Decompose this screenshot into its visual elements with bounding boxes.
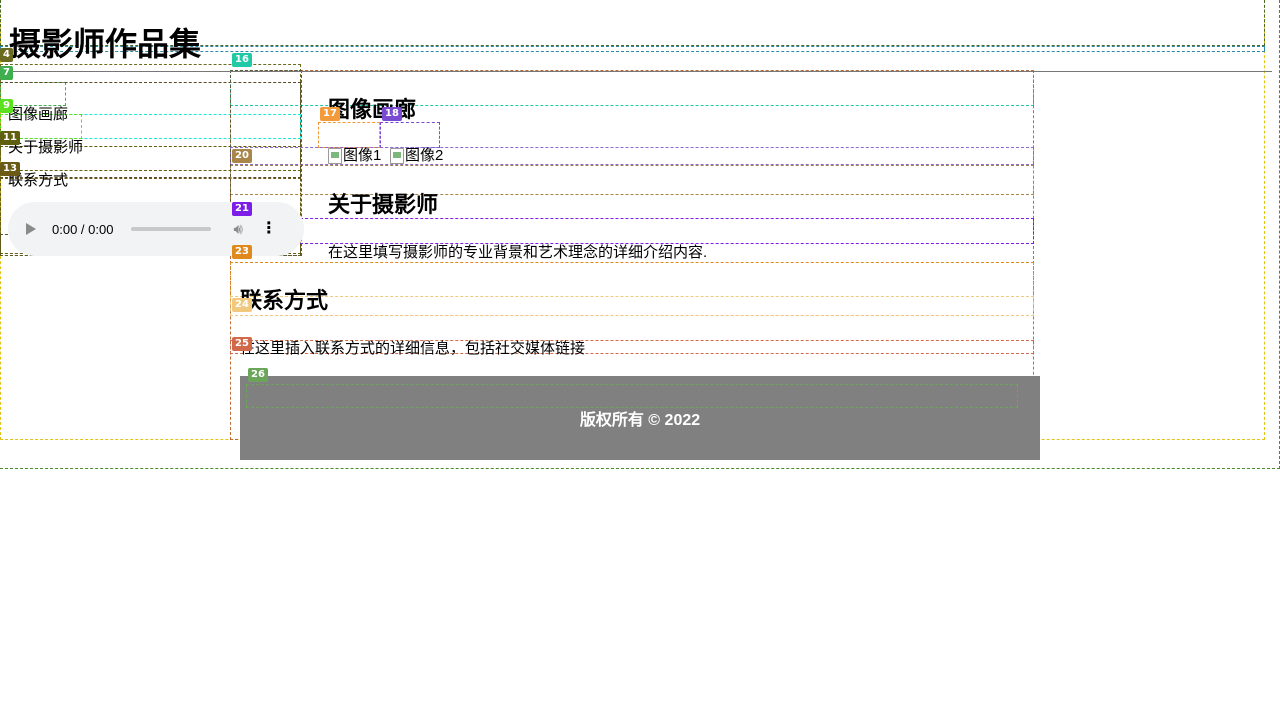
volume-icon[interactable]: 🔊︎ xyxy=(233,221,242,238)
broken-image-icon xyxy=(328,148,342,164)
overlay-tag-4: 4 xyxy=(0,48,13,62)
overlay-tag-9: 9 xyxy=(0,99,13,113)
contact-text: 在这里插入联系方式的详细信息，包括社交媒体链接 xyxy=(240,340,586,357)
overlay-tag-7: 7 xyxy=(0,66,13,80)
nav-link-gallery[interactable]: 图像画廊 xyxy=(8,106,68,124)
overlay-box-23 xyxy=(230,262,1034,316)
page-title: 摄影师作品集 xyxy=(9,26,202,62)
play-icon[interactable] xyxy=(26,223,36,235)
overlay-box-20 xyxy=(230,165,1034,195)
gallery-image-1[interactable]: 图像1 xyxy=(328,147,381,165)
overlay-box-18 xyxy=(380,122,440,148)
overlay-tag-21: 21 xyxy=(232,202,252,216)
more-options-icon[interactable]: ⋮ xyxy=(261,221,277,237)
gallery-image-2-alt: 图像2 xyxy=(405,147,444,164)
gallery-image-2[interactable]: 图像2 xyxy=(390,147,443,165)
overlay-box-17 xyxy=(318,122,380,148)
overlay-tag-24: 24 xyxy=(232,298,252,312)
overlay-box-24 xyxy=(230,296,1034,316)
overlay-tag-13: 13 xyxy=(0,162,20,176)
overlay-tag-25: 25 xyxy=(232,337,252,351)
overlay-box-nav-list xyxy=(0,82,301,178)
footer: 版权所有 © 2022 xyxy=(240,376,1040,460)
audio-time: 0:00 / 0:00 xyxy=(52,221,114,237)
overlay-tag-20: 20 xyxy=(232,149,252,163)
about-text: 在这里填写摄影师的专业背景和艺术理念的详细介绍内容. xyxy=(328,244,708,261)
overlay-tag-23: 23 xyxy=(232,245,252,259)
broken-image-icon xyxy=(390,148,404,164)
copyright-text: 版权所有 © 2022 xyxy=(579,412,701,429)
overlay-box-21 xyxy=(230,218,1034,244)
overlay-tag-11: 11 xyxy=(0,131,20,145)
contact-heading: 联系方式 xyxy=(240,288,329,313)
overlay-tag-16: 16 xyxy=(232,53,252,67)
gallery-image-1-alt: 图像1 xyxy=(343,147,382,164)
audio-player[interactable]: 0:00 / 0:00 🔊︎ ⋮ xyxy=(8,202,304,256)
about-heading: 关于摄影师 xyxy=(328,192,439,217)
header-divider xyxy=(0,71,1272,72)
overlay-tag-17: 17 xyxy=(320,107,340,121)
overlay-tag-18: 18 xyxy=(382,107,402,121)
overlay-tag-26: 26 xyxy=(248,368,268,382)
audio-progress-slider[interactable] xyxy=(131,227,212,231)
gallery-heading: 图像画廊 xyxy=(328,97,417,122)
